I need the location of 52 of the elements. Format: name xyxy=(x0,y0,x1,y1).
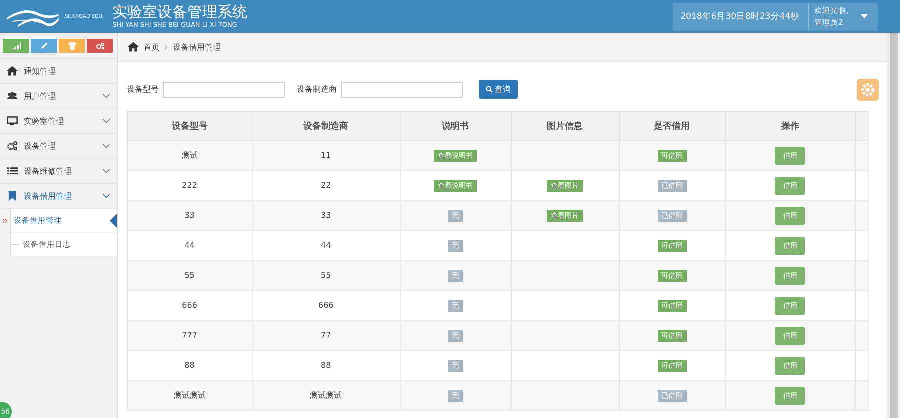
scrollbar[interactable] xyxy=(887,33,900,418)
gears-icon xyxy=(96,42,104,50)
search-icon xyxy=(486,86,493,93)
chevron-right-icon xyxy=(165,44,168,50)
chart-button[interactable] xyxy=(3,39,29,53)
bookmark-icon xyxy=(7,191,18,201)
bar-chart-icon xyxy=(12,42,20,50)
chevron-icon xyxy=(103,194,110,198)
pencil-icon xyxy=(40,42,48,50)
gears-button[interactable] xyxy=(87,39,113,53)
datetime-text: 2018年6月30日8时23分44秒 xyxy=(672,2,809,30)
settings-icon xyxy=(860,82,876,98)
search-button[interactable]: 查询 xyxy=(479,80,518,99)
users-icon xyxy=(7,91,18,101)
shirt-icon xyxy=(68,42,76,50)
table-cell: 11 xyxy=(252,140,400,170)
column-header: 设备型号 xyxy=(128,112,252,140)
table-cell: 55 xyxy=(128,260,252,290)
breadcrumb-text: 设备借用管理 xyxy=(173,42,221,52)
list-icon xyxy=(7,166,18,176)
app-title: 实验室设备管理系统 xyxy=(112,4,248,20)
chevron-icon xyxy=(103,118,110,124)
shirt-button[interactable] xyxy=(59,39,85,53)
breadcrumb-link[interactable]: 首页 xyxy=(144,42,160,52)
table-cell: 33 xyxy=(128,200,252,230)
field-label: 设备型号 xyxy=(127,84,159,95)
home-icon xyxy=(7,66,18,76)
chevron-icon xyxy=(103,144,110,148)
table-cell: 77 xyxy=(252,320,400,350)
table-cell: 55 xyxy=(252,260,400,290)
column-header: 设备制造商 xyxy=(252,112,400,140)
monitor-icon xyxy=(7,116,18,126)
table-cell: 777 xyxy=(128,320,252,350)
table-cell: 测试测试 xyxy=(252,380,400,410)
column-header: 说明书 xyxy=(400,112,512,140)
column-header: 是否借用 xyxy=(619,112,726,140)
double-chevron-icon xyxy=(3,218,8,222)
search-field[interactable] xyxy=(163,82,285,98)
chevron-icon xyxy=(103,168,110,174)
chevron-icon xyxy=(103,94,110,98)
search-field[interactable] xyxy=(341,82,463,98)
table-cell: 测试 xyxy=(128,140,252,170)
caret-icon xyxy=(861,14,868,19)
gears-icon xyxy=(7,141,18,151)
table-cell: 测试测试 xyxy=(128,380,252,410)
table-cell: 33 xyxy=(252,200,400,230)
home-icon xyxy=(128,42,139,52)
column-header: 操作 xyxy=(725,112,856,140)
field-label: 设备制造商 xyxy=(297,84,337,95)
column-header: 图片信息 xyxy=(511,112,620,140)
settings-button[interactable] xyxy=(857,79,879,101)
pencil-button[interactable] xyxy=(31,39,57,53)
